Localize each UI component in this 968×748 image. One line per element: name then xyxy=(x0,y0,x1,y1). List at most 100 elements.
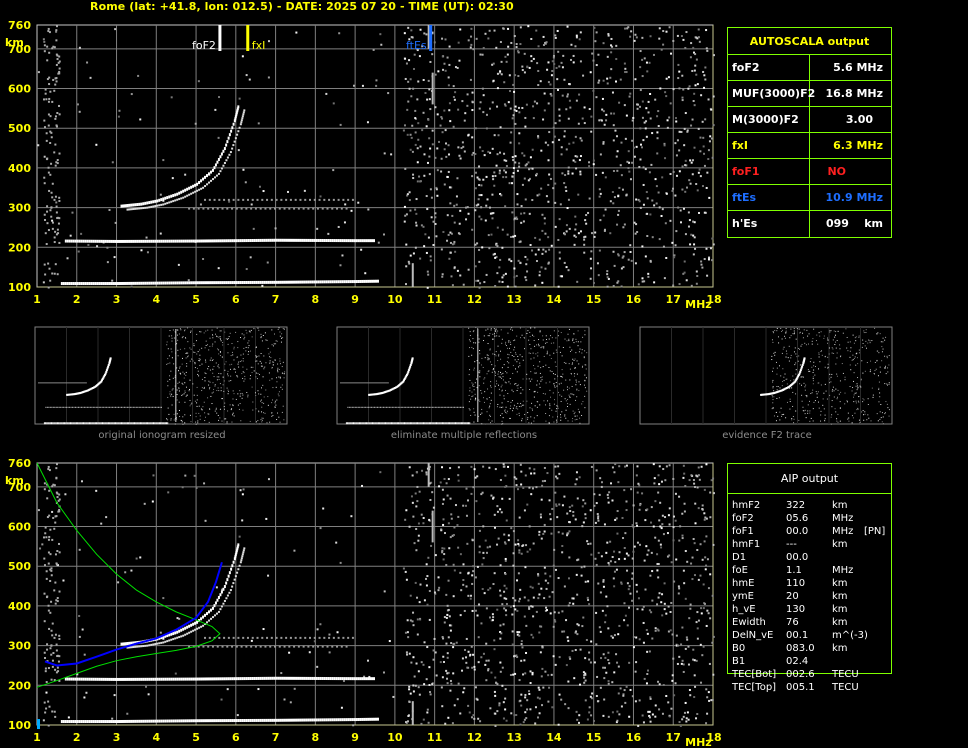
secondary-trace-dot xyxy=(202,207,205,210)
noise-dot xyxy=(616,719,619,722)
trace-dot xyxy=(102,677,105,681)
noise-dot xyxy=(635,583,638,586)
thumb-noise xyxy=(261,340,263,342)
thumb-noise xyxy=(204,372,206,374)
thumb-noise xyxy=(249,331,251,333)
noise-dot xyxy=(624,67,627,70)
trace-dot xyxy=(138,202,141,206)
noise-dot xyxy=(603,698,606,701)
noise-dot xyxy=(588,651,591,654)
noise-dot xyxy=(639,127,642,130)
trace-dot xyxy=(94,282,97,286)
noise-dot xyxy=(574,483,577,486)
trace-dot xyxy=(313,238,316,242)
trace-dot xyxy=(299,676,302,680)
thumb-noise xyxy=(489,361,491,363)
noise-dot xyxy=(474,243,477,246)
thumb-trace xyxy=(151,422,153,425)
trace-dot xyxy=(168,195,171,199)
noise-dot xyxy=(471,109,474,112)
noise-dot xyxy=(559,203,562,206)
noise-dot xyxy=(202,258,205,261)
noise-dot xyxy=(658,708,661,711)
thumb-trace xyxy=(52,406,54,408)
noise-dot xyxy=(54,515,57,518)
thumb-noise xyxy=(191,358,193,360)
trace-dot xyxy=(146,239,149,243)
noise-dot xyxy=(500,632,503,635)
noise-dot xyxy=(446,604,449,607)
noise-dot xyxy=(670,707,673,710)
noise-dot xyxy=(463,119,466,122)
thumb-noise xyxy=(278,369,280,371)
noise-dot xyxy=(629,688,632,691)
thumb-noise xyxy=(212,337,214,339)
noise-dot xyxy=(113,256,116,259)
noise-dot xyxy=(442,68,445,71)
trace-dot xyxy=(255,676,258,680)
noise-dot xyxy=(519,463,522,466)
noise-dot xyxy=(518,142,521,145)
noise-dot xyxy=(432,220,435,223)
trace-dot xyxy=(319,676,322,680)
thumb-noise xyxy=(261,365,263,367)
noise-dot xyxy=(426,711,429,714)
noise-dot xyxy=(466,93,469,96)
noise-dot xyxy=(586,596,589,599)
trace-dot xyxy=(166,719,169,723)
noise-dot xyxy=(415,528,418,531)
noise-dot xyxy=(55,39,58,42)
thumb-noise xyxy=(515,353,517,355)
secondary-trace-dot xyxy=(280,198,283,201)
trace-dot xyxy=(267,718,270,722)
thumb-noise xyxy=(181,363,183,365)
marker-label-fof2: foF2 xyxy=(192,39,216,52)
noise-dot xyxy=(575,99,578,102)
noise-dot xyxy=(43,564,46,567)
thumb-noise xyxy=(219,330,221,332)
noise-dot xyxy=(436,147,439,150)
noise-dot xyxy=(706,609,709,612)
thumb-noise xyxy=(515,352,517,354)
thumb-noise xyxy=(185,337,187,339)
noise-dot xyxy=(432,649,435,652)
thumb-noise xyxy=(578,363,580,365)
trace-dot xyxy=(106,677,109,681)
noise-dot xyxy=(457,466,460,469)
noise-dot xyxy=(672,477,675,480)
noise-dot xyxy=(54,117,57,120)
thumb-noise xyxy=(490,328,492,330)
trace-dot xyxy=(142,239,145,243)
noise-dot xyxy=(525,717,528,720)
secondary-trace-dot xyxy=(278,207,281,210)
trace-dot xyxy=(184,188,187,192)
noise-dot xyxy=(343,221,346,224)
noise-dot xyxy=(554,663,557,666)
noise-dot xyxy=(274,227,277,230)
noise-dot xyxy=(49,130,52,133)
noise-dot xyxy=(711,237,714,240)
noise-dot xyxy=(457,479,460,482)
thumb-trace xyxy=(106,406,108,408)
secondary-trace-dot xyxy=(245,645,248,648)
noise-dot xyxy=(382,671,385,674)
noise-dot xyxy=(58,590,61,593)
noise-dot xyxy=(638,508,641,511)
noise-dot xyxy=(226,688,229,691)
thumb-trace xyxy=(116,406,118,408)
trace-dot xyxy=(339,677,342,681)
trace-dot xyxy=(245,677,248,681)
thumb-trace xyxy=(107,406,109,408)
noise-dot xyxy=(610,68,613,71)
noise-dot xyxy=(706,274,709,277)
noise-dot xyxy=(52,516,55,519)
thumb-noise xyxy=(515,368,517,370)
thumb-trace xyxy=(160,422,162,425)
noise-dot xyxy=(424,92,427,95)
noise-dot xyxy=(657,474,660,477)
thumb-trace xyxy=(76,406,78,408)
trace-dot xyxy=(279,676,282,680)
noise-dot xyxy=(580,574,583,577)
noise-dot xyxy=(43,182,46,185)
thumb-noise xyxy=(189,379,191,381)
